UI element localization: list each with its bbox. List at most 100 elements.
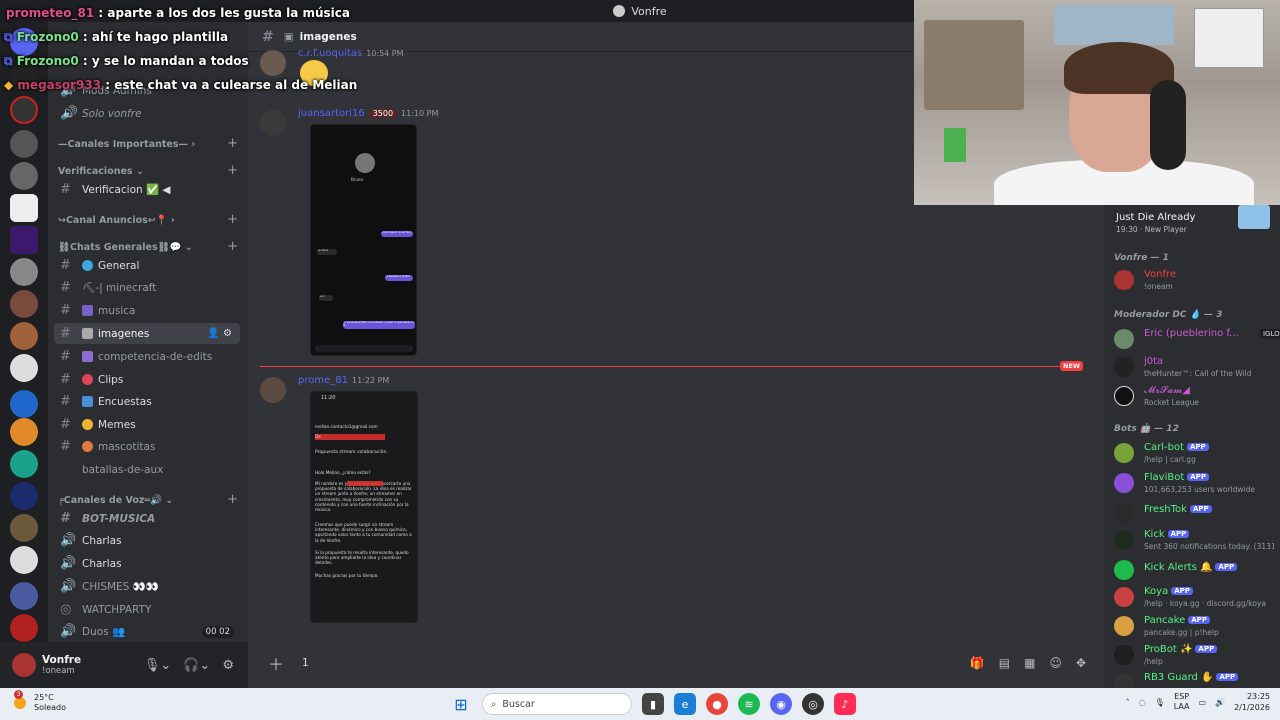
avatar[interactable]: [260, 110, 286, 136]
windows-start-icon[interactable]: ⊞: [450, 693, 472, 715]
clock[interactable]: 23:25 2/1/2026: [1234, 691, 1270, 713]
channel-encuestas[interactable]: # Encuestas: [54, 391, 240, 412]
server-icon[interactable]: [10, 130, 38, 158]
channel-bot-musica[interactable]: # BOT-MUSICA: [54, 508, 240, 529]
monitor-icon[interactable]: ▭: [1199, 698, 1207, 707]
gif-icon[interactable]: ▤: [999, 656, 1010, 670]
add-channel-icon[interactable]: +: [227, 239, 238, 254]
category-canal-anuncios[interactable]: ↪Canal Anuncios↩📍 ›: [58, 215, 175, 226]
channel-general[interactable]: # General: [54, 255, 240, 276]
attachment-image[interactable]: 11:20 melian.contacto1@gmail.com De Prop…: [310, 391, 418, 623]
add-channel-icon[interactable]: +: [227, 163, 238, 178]
channel-memes[interactable]: # Memes: [54, 414, 240, 435]
weather-widget[interactable]: 25°C Soleado 3: [14, 690, 66, 713]
add-channel-icon[interactable]: +: [227, 212, 238, 227]
taskbar-search[interactable]: ⌕ Buscar: [482, 693, 632, 715]
language-indicator[interactable]: ESP LAA: [1174, 692, 1190, 712]
server-icon[interactable]: [10, 162, 38, 190]
member-item[interactable]: 𝓜𝓻𝓢𝓪𝓶◢ Rocket League: [1114, 383, 1276, 411]
network-icon[interactable]: ◌: [1139, 698, 1146, 707]
message-author[interactable]: prome_81 11:22 PM: [298, 375, 389, 386]
chrome-icon[interactable]: ●: [706, 693, 728, 715]
chevron-up-icon[interactable]: ˄: [1126, 698, 1130, 707]
apps-icon[interactable]: ✥: [1076, 656, 1086, 670]
voice-channel-charlas-2[interactable]: 🔊 Charlas: [54, 553, 240, 574]
server-icon[interactable]: [10, 450, 38, 478]
obs-icon[interactable]: ◎: [802, 693, 824, 715]
member-item[interactable]: Vonfre !oneam: [1114, 267, 1276, 295]
headphones-icon[interactable]: 🎧⌄: [183, 658, 210, 673]
member-item[interactable]: Kick APP Sent 360 notifications today. (3…: [1114, 527, 1276, 555]
member-item[interactable]: Just Die Already 19:30 · New Player: [1114, 205, 1276, 238]
member-item[interactable]: FreshTok APP: [1114, 502, 1276, 530]
server-icon[interactable]: [10, 194, 38, 222]
plus-icon[interactable]: ＋: [268, 651, 284, 675]
voice-channel-chismes[interactable]: 🔊 CHISMES 👀👀: [54, 576, 240, 597]
avatar[interactable]: [12, 653, 36, 677]
sticker-icon[interactable]: ▦: [1024, 656, 1035, 670]
member-item[interactable]: j0ta theHunter™: Call of the Wild: [1114, 354, 1276, 382]
server-icon[interactable]: [10, 514, 38, 542]
app-badge: APP: [1187, 443, 1209, 451]
server-icon[interactable]: [10, 546, 38, 574]
server-icon[interactable]: [10, 96, 38, 124]
volume-icon[interactable]: 🔊: [1215, 698, 1225, 707]
category-canales-de-voz[interactable]: ╒Canales de Voz═🔊 ⌄: [58, 495, 173, 506]
voice-channel-charlas[interactable]: 🔊 Charlas: [54, 530, 240, 551]
server-icon[interactable]: [10, 418, 38, 446]
voice-channel-duos[interactable]: 🔊 Duos 👥 00 02: [54, 621, 240, 642]
server-icon[interactable]: [10, 258, 38, 286]
member-item[interactable]: Eric (pueblerino f... IGLO: [1114, 326, 1280, 354]
discord-icon[interactable]: ◉: [770, 693, 792, 715]
server-icon[interactable]: [10, 226, 38, 254]
file-explorer-icon[interactable]: ▮: [642, 693, 664, 715]
server-icon[interactable]: [10, 390, 38, 418]
channel-mascotitas[interactable]: # mascotitas: [54, 436, 240, 457]
category-chats-generales[interactable]: ⛓Chats Generales⛓💬 ⌄: [58, 242, 193, 253]
member-item[interactable]: ProBot ✨ APP /help: [1114, 642, 1276, 670]
server-icon[interactable]: [10, 482, 38, 510]
server-icon[interactable]: [10, 290, 38, 318]
server-icon[interactable]: [10, 582, 38, 610]
member-item[interactable]: Carl-bot APP /help | carl.gg: [1114, 440, 1276, 468]
spotify-icon[interactable]: ≋: [738, 693, 760, 715]
add-channel-icon[interactable]: +: [227, 492, 238, 507]
gift-icon[interactable]: 🎁: [970, 656, 985, 670]
avatar: [1114, 645, 1134, 665]
channel-imagenes[interactable]: # imagenes 👤 ⚙: [54, 323, 240, 344]
server-icon[interactable]: [10, 614, 38, 642]
member-item[interactable]: RB3 Guard ✋ APP: [1114, 670, 1276, 688]
channel-batallas-de-aux[interactable]: #batallas-de-aux: [54, 459, 240, 480]
channel-solo-vonfre[interactable]: 🔊 Solo vonfre: [54, 103, 240, 124]
avatar[interactable]: [260, 50, 286, 76]
add-channel-icon[interactable]: +: [227, 136, 238, 151]
gear-icon[interactable]: ⚙: [222, 658, 234, 673]
category-verificaciones[interactable]: Verificaciones ⌄: [58, 166, 144, 177]
channel-minecraft[interactable]: # ⛏-| minecraft: [54, 277, 240, 298]
channel-clips[interactable]: # Clips: [54, 369, 240, 390]
message-composer[interactable]: ＋ 1 🎁 ▤ ▦ ☺ ✥: [260, 646, 1092, 680]
mic-icon[interactable]: 🎙: [1155, 698, 1165, 707]
channel-settings-icon[interactable]: 👤 ⚙: [207, 328, 232, 339]
member-item[interactable]: Koya APP /help · koya.gg · discord.gg/koy…: [1114, 584, 1276, 612]
server-icon[interactable]: [10, 322, 38, 350]
member-item[interactable]: FlaviBot APP 101,663,253 users worldwide: [1114, 470, 1276, 498]
channel-verificacion[interactable]: # Verificacion ✅ ◀: [54, 179, 240, 200]
server-icon[interactable]: [10, 354, 38, 382]
member-item[interactable]: Kick Alerts 🔔 APP: [1114, 557, 1276, 585]
tiktok-icon[interactable]: ♪: [834, 693, 856, 715]
edge-icon[interactable]: e: [674, 693, 696, 715]
message-input[interactable]: 1: [302, 657, 309, 669]
badge-icon: ⧉: [4, 54, 13, 68]
member-item[interactable]: Pancake APP pancake.gg | p!help: [1114, 613, 1276, 641]
avatar[interactable]: [260, 377, 286, 403]
message-author[interactable]: juansartori16 3500 11:10 PM: [298, 108, 438, 119]
attachment-image[interactable]: Bruno Lorem ipsum un archivo mediante Ba…: [310, 124, 417, 356]
microphone-icon[interactable]: 🎙⌄: [144, 658, 171, 673]
voice-channel-watchparty[interactable]: ◎ WATCHPARTY: [54, 599, 240, 620]
emoji-icon[interactable]: ☺: [1049, 656, 1062, 670]
channel-musica[interactable]: # musica: [54, 300, 240, 321]
message-author[interactable]: c.r.f.uoquitas 10:54 PM: [298, 48, 404, 59]
channel-competencia-de-edits[interactable]: # competencia-de-edits: [54, 346, 240, 367]
category-canales-importantes[interactable]: —Canales Importantes— ›: [58, 139, 195, 150]
